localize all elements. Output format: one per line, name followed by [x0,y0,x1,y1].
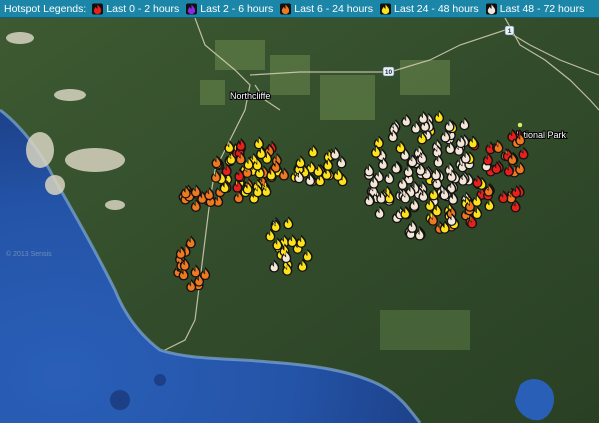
legend-item-24-48-hours: Last 24 - 48 hours [380,3,479,15]
fire-icon [380,3,392,14]
park-marker-icon [517,122,523,128]
legend-item-2-6-hours: Last 2 - 6 hours [186,3,273,15]
legend-label-6-24-hours: Last 6 - 24 hours [294,2,374,15]
map-watermark: © 2013 Sensis [6,250,52,258]
fire-icon [186,3,198,14]
legend-label-2-6-hours: Last 2 - 6 hours [200,2,274,15]
satellite-map[interactable]: 10 1 Northcliffe National Park © 2013 Se… [0,18,599,423]
legend-item-0-2-hours: Last 0 - 2 hours [92,3,179,15]
rock-islet [110,390,130,410]
town-label-northcliffe: Northcliffe [230,91,270,101]
rock-islet [154,374,166,386]
legend-label-48-72-hours: Last 48 - 72 hours [499,2,585,15]
svg-text:1: 1 [508,28,512,35]
fire-icon [280,3,292,14]
legend-label-0-2-hours: Last 0 - 2 hours [106,2,180,15]
road-shield-10: 10 [382,66,395,77]
hotspot-legend-bar: Hotspot Legends: Last 0 - 2 hours Last 2… [0,0,599,18]
fire-icon [485,3,497,14]
legend-title: Hotspot Legends: [4,2,87,15]
road-shield-1: 1 [504,25,515,36]
legend-item-6-24-hours: Last 6 - 24 hours [280,3,373,15]
legend-label-24-48-hours: Last 24 - 48 hours [394,2,479,15]
svg-text:10: 10 [385,69,393,76]
fire-icon [92,3,104,14]
legend-item-48-72-hours: Last 48 - 72 hours [485,2,585,15]
